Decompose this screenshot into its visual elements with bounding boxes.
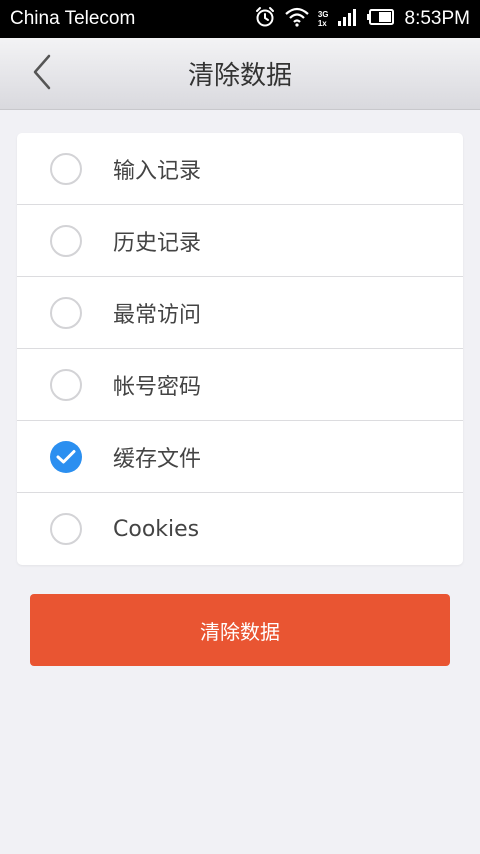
option-row[interactable]: Cookies: [17, 493, 463, 565]
carrier-name: China Telecom: [10, 8, 136, 29]
option-label: 帐号密码: [113, 374, 202, 400]
option-label: 缓存文件: [113, 446, 202, 472]
radio-unchecked-icon[interactable]: [50, 152, 82, 185]
option-row[interactable]: 帐号密码: [17, 349, 463, 421]
option-label: 最常访问: [113, 302, 202, 328]
back-button[interactable]: [22, 54, 62, 94]
alarm-icon: [254, 6, 276, 32]
network-3g-label: 3G: [317, 10, 329, 19]
radio-checked-icon[interactable]: [50, 440, 82, 473]
option-label: Cookies: [113, 516, 200, 542]
clear-data-button[interactable]: 清除数据: [30, 594, 450, 666]
option-row[interactable]: 输入记录: [17, 133, 463, 205]
option-row[interactable]: 缓存文件: [17, 421, 463, 493]
option-row[interactable]: 历史记录: [17, 205, 463, 277]
status-time: 8:53PM: [404, 8, 470, 29]
option-label: 输入记录: [113, 158, 202, 184]
clear-options-list: 输入记录历史记录最常访问帐号密码缓存文件 Cookies: [17, 133, 463, 565]
radio-unchecked-icon[interactable]: [50, 513, 82, 545]
option-label: 历史记录: [113, 230, 202, 256]
battery-icon: [366, 8, 395, 30]
status-bar: China Telecom 3G 1x 8:53PM: [0, 0, 480, 38]
option-row[interactable]: 最常访问: [17, 277, 463, 349]
radio-unchecked-icon[interactable]: [50, 296, 82, 329]
chevron-left-icon: [31, 54, 53, 94]
signal-icon: [337, 7, 359, 31]
radio-unchecked-icon[interactable]: [50, 224, 82, 257]
title-bar: 清除数据: [0, 38, 480, 110]
wifi-icon: [284, 7, 310, 31]
network-1x-label: 1x: [317, 19, 327, 28]
radio-unchecked-icon[interactable]: [50, 368, 82, 401]
status-icons: 3G 1x 8:53PM: [254, 6, 470, 32]
network-type-badge: 3G 1x: [318, 10, 329, 28]
page-title: 清除数据: [187, 61, 292, 91]
